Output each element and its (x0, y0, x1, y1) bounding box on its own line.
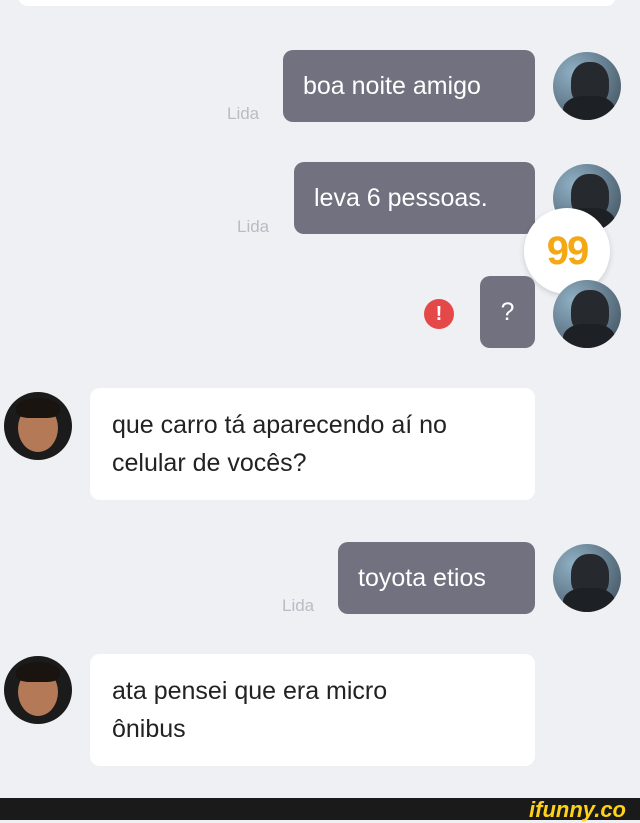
sender-avatar[interactable] (553, 280, 621, 348)
message-line: ônibus (112, 715, 186, 743)
outgoing-message-bubble[interactable]: toyota etios (338, 542, 535, 614)
message-text: toyota etios (358, 564, 486, 592)
message-text: boa noite amigo (303, 72, 481, 100)
read-receipt-label: Lida (237, 217, 270, 236)
incoming-message-bubble[interactable]: que carro tá aparecendo aí no celular de… (90, 388, 535, 500)
message-text: leva 6 pessoas. (314, 184, 488, 212)
message-line: ata pensei que era micro (112, 677, 388, 705)
message-line: que carro tá aparecendo aí no (112, 411, 447, 439)
error-icon[interactable]: ! (424, 299, 454, 329)
friend-avatar[interactable] (4, 392, 72, 460)
outgoing-message-bubble[interactable]: leva 6 pessoas. (294, 162, 535, 234)
friend-avatar[interactable] (4, 656, 72, 724)
message-text: ? (500, 298, 515, 326)
outgoing-message-bubble[interactable]: boa noite amigo (283, 50, 535, 122)
ifunny-watermark-logo: ifunny.co (529, 797, 626, 822)
outgoing-message-bubble[interactable]: ? (480, 276, 535, 348)
incoming-message-bubble[interactable]: ata pensei que era micro ônibus (90, 654, 535, 766)
read-receipt-label: Lida (227, 104, 260, 123)
message-line: celular de vocês? (112, 449, 307, 477)
sender-avatar[interactable] (553, 544, 621, 612)
read-receipt-label: Lida (282, 596, 315, 615)
sender-avatar[interactable] (553, 52, 621, 120)
previous-message-card (18, 0, 616, 6)
